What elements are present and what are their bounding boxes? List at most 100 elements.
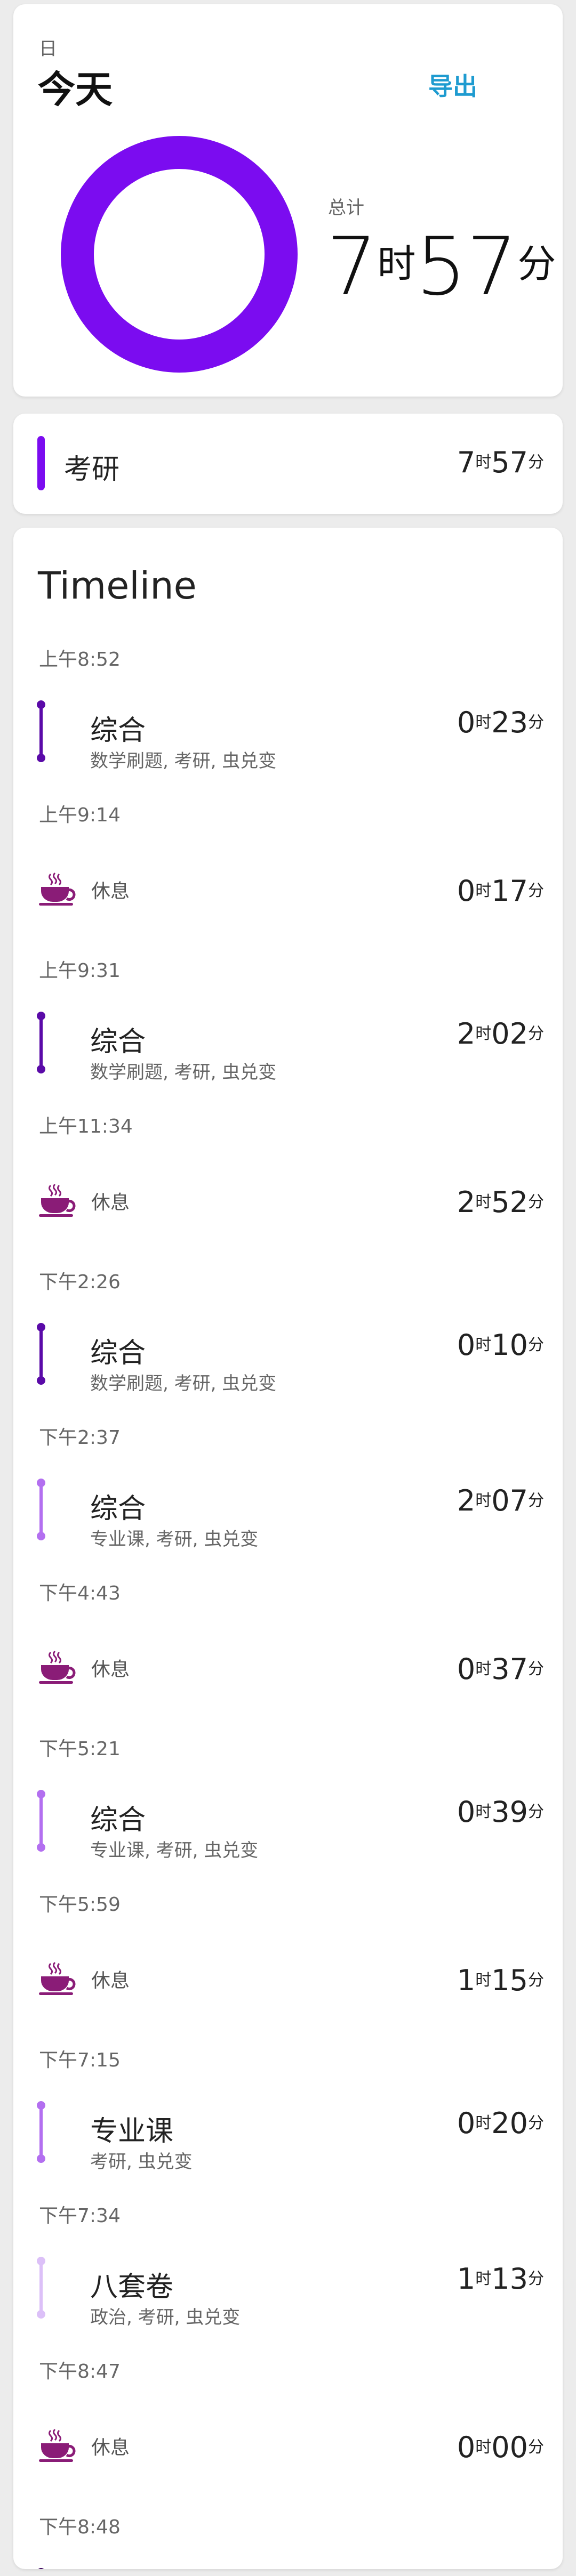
entry-start-time: 下午7:34 [39,2205,121,2227]
timeline-rest-entry[interactable]: 下午8:47 休息 0时00分 [13,2356,563,2512]
total-label: 总计 [328,197,364,219]
total-ring-chart [61,136,298,373]
entry-duration: 0时20分 [457,2106,544,2140]
timeline-entry[interactable]: 上午9:31 综合 数学刷题, 考研, 虫兑变 2时02分 [13,955,563,1111]
category-duration: 7时57分 [457,446,544,479]
entry-start-time: 下午4:43 [39,1582,121,1604]
entry-minutes: 23 [491,706,528,739]
minute-unit: 分 [528,2114,544,2133]
entry-start-time: 下午5:21 [39,1738,121,1760]
entry-hours: 0 [457,1328,476,1362]
timeline-entry[interactable]: 下午5:21 综合 专业课, 考研, 虫兑变 0时39分 [13,1733,563,1889]
entry-hours: 0 [457,2430,476,2464]
category-card[interactable]: 考研 7时57分 [13,414,563,514]
timeline-rest-entry[interactable]: 上午9:14 休息 0时17分 [13,800,563,955]
entry-minutes: 39 [491,1795,528,1829]
minute-unit: 分 [528,1971,544,1990]
entry-start-time: 下午8:48 [39,2516,121,2538]
entry-minutes: 10 [491,1328,528,1362]
minute-unit: 分 [528,1660,544,1678]
entry-title: 综合 [90,1026,146,1058]
entry-tags: 数学刷题, 考研, 虫兑变 [90,1373,277,1394]
entry-start-time: 下午7:15 [39,2049,121,2071]
entry-title: 专业课 [90,2115,174,2147]
entry-duration: 2时52分 [457,1185,544,1219]
timeline-entry[interactable]: 下午7:34 八套卷 政治, 考研, 虫兑变 1时13分 [13,2200,563,2356]
rest-label: 休息 [91,1659,130,1681]
coffee-cup-icon [39,872,76,906]
timeline-rest-entry[interactable]: 上午11:34 休息 2时52分 [13,1111,563,1266]
entry-duration: 0时39分 [457,1795,544,1829]
hour-unit: 时 [475,2114,492,2133]
hour-unit: 时 [475,1193,492,1212]
coffee-cup-icon [39,1183,76,1217]
activity-color-line [37,2101,45,2163]
coffee-cup-icon [39,1961,76,1996]
entry-start-time: 下午8:47 [39,2361,121,2383]
hour-unit: 时 [475,453,492,472]
entry-duration: 1时13分 [457,2262,544,2296]
entry-duration: 0时17分 [457,874,544,908]
entry-minutes: 20 [491,2106,528,2140]
timeline-list: 上午8:52 综合 数学刷题, 考研, 虫兑变 0时23分 上午9:14 休息 0时17分上… [13,644,563,2569]
entry-duration: 0时00分 [457,2430,544,2464]
category-color-bar [37,436,45,490]
timeline-entry[interactable]: 下午2:37 综合 专业课, 考研, 虫兑变 2时07分 [13,1422,563,1578]
minute-unit: 分 [528,1193,544,1212]
hour-unit: 时 [475,2438,492,2457]
export-button[interactable]: 导出 [428,67,477,102]
summary-card: 日 今天 导出 总计 7时57分 [13,4,563,397]
entry-duration: 2时07分 [457,1484,544,1517]
entry-hours: 2 [457,1484,476,1517]
entry-hours: 1 [457,2262,476,2296]
rest-label: 休息 [91,1970,130,1992]
hour-unit: 时 [475,1024,492,1043]
entry-tags: 专业课, 考研, 虫兑变 [90,1840,259,1861]
entry-title: 八套卷 [90,2271,174,2303]
hour-unit: 时 [475,2270,492,2288]
entry-duration: 1时15分 [457,1964,544,1997]
entry-start-time: 上午11:34 [39,1116,133,1137]
timeline-entry[interactable]: 下午7:15 专业课 考研, 虫兑变 0时20分 [13,2045,563,2200]
period-label: 日 [39,38,57,60]
category-name: 考研 [64,454,120,486]
entry-minutes: 52 [491,1185,528,1219]
minute-unit: 分 [528,2270,544,2288]
entry-start-time: 下午2:37 [39,1427,121,1449]
category-hours: 7 [457,446,476,479]
activity-color-line [37,1479,45,1540]
timeline-rest-entry[interactable]: 下午5:59 休息 1时15分 [13,1889,563,2045]
timeline-card: Timeline 上午8:52 综合 数学刷题, 考研, 虫兑变 0时23分 上午9:1… [13,528,563,2569]
hour-unit: 时 [475,1803,492,1821]
entry-title: 综合 [90,1493,146,1525]
hour-unit: 时 [475,1971,492,1990]
coffee-cup-icon [39,1650,76,1684]
entry-hours: 0 [457,2106,476,2140]
minute-unit: 分 [528,1491,544,1510]
coffee-cup-icon [39,2428,76,2462]
timeline-entry[interactable]: 上午8:52 综合 数学刷题, 考研, 虫兑变 0时23分 [13,644,563,800]
timeline-title: Timeline [38,564,197,608]
entry-hours: 1 [457,1964,476,1997]
hour-unit: 时 [377,241,416,286]
entry-hours: 0 [457,706,476,739]
entry-tags: 数学刷题, 考研, 虫兑变 [90,1062,277,1083]
minute-unit: 分 [528,882,544,900]
hour-unit: 时 [475,1660,492,1678]
entry-start-time: 上午9:31 [39,960,121,982]
hour-unit: 时 [475,1336,492,1354]
activity-color-line [37,2257,45,2319]
minute-unit: 分 [517,241,556,286]
timeline-entry[interactable]: 下午8:48阅读英语, 考研, 虫兑变1时03分 [13,2512,563,2569]
entry-duration: 0时23分 [457,706,544,739]
entry-minutes: 00 [491,2430,528,2464]
timeline-rest-entry[interactable]: 下午4:43 休息 0时37分 [13,1578,563,1733]
minute-unit: 分 [528,1024,544,1043]
activity-color-line [37,1012,45,1073]
entry-start-time: 上午8:52 [39,649,121,671]
category-minutes: 57 [491,446,528,479]
total-hours: 7 [326,221,378,313]
entry-minutes: 37 [491,1652,528,1686]
entry-minutes: 17 [491,874,528,908]
timeline-entry[interactable]: 下午2:26 综合 数学刷题, 考研, 虫兑变 0时10分 [13,1266,563,1422]
